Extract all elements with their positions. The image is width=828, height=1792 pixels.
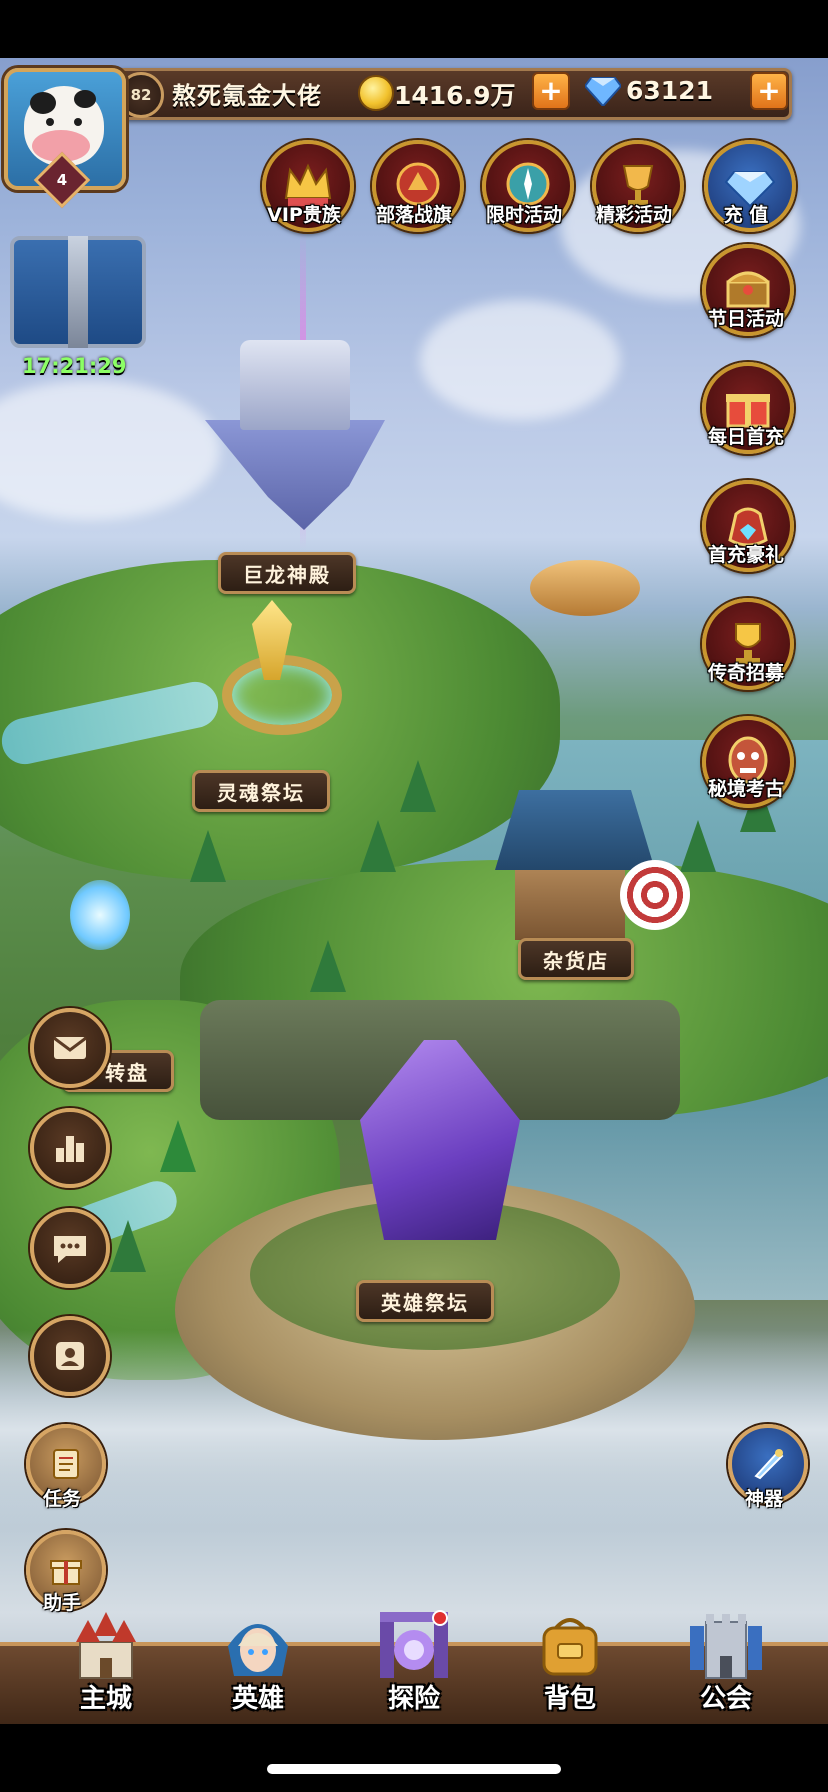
legend-recruit-label: 传奇招募 <box>707 662 784 684</box>
nav-main-city[interactable]: 主城 <box>46 1596 166 1726</box>
home-indicator[interactable] <box>267 1764 561 1774</box>
nav-adventure-label: 探险 <box>387 1684 440 1714</box>
status-bar-area <box>0 0 828 58</box>
player-name: 熬死氪金大佬 <box>172 82 322 110</box>
mail-button[interactable] <box>30 1008 110 1088</box>
chest-timer: 17:21:29 <box>22 354 127 378</box>
cloud <box>420 300 620 420</box>
nav-backpack-label: 背包 <box>543 1684 596 1714</box>
friends-button[interactable] <box>30 1316 110 1396</box>
wheel-orb[interactable] <box>70 880 130 950</box>
christmas-tree <box>160 1120 196 1172</box>
add-diamond-button[interactable]: + <box>750 72 788 110</box>
chest-band <box>68 236 88 348</box>
pine-tree <box>680 820 716 872</box>
gift-box-icon <box>50 1560 82 1585</box>
nav-guild-label: 公会 <box>699 1684 752 1714</box>
tasks-label: 任务 <box>42 1488 81 1510</box>
portal-icon <box>380 1610 448 1678</box>
recharge-label: 充 值 <box>723 204 769 226</box>
chat-icon <box>54 1236 86 1263</box>
pine-tree <box>110 1220 146 1272</box>
guild-tower-icon <box>690 1614 762 1679</box>
airship <box>530 560 640 616</box>
daily-recharge-label: 每日首充 <box>707 426 784 448</box>
ranking-icon <box>56 1136 84 1162</box>
hero-altar-label[interactable]: 英雄祭坛 <box>356 1280 494 1322</box>
pine-tree <box>190 830 226 882</box>
soul-altar-label[interactable]: 灵魂祭坛 <box>192 770 330 812</box>
nav-guild[interactable]: 公会 <box>666 1596 786 1726</box>
dragon-temple-label[interactable]: 巨龙神殿 <box>218 552 356 594</box>
gold-amount: 1416.9万 <box>394 81 516 110</box>
secret-realm-label: 秘境考古 <box>707 778 784 800</box>
gold-coin-icon <box>358 75 394 111</box>
nav-backpack[interactable]: 背包 <box>510 1596 630 1726</box>
pine-tree <box>310 940 346 992</box>
nav-adventure[interactable]: 探险 <box>354 1596 474 1726</box>
festival-event-label: 节日活动 <box>707 308 784 330</box>
general-store-building[interactable] <box>515 860 625 940</box>
dragon-temple-building[interactable] <box>240 340 350 430</box>
chat-button[interactable] <box>30 1208 110 1288</box>
first-recharge-gift-label: 首充豪礼 <box>707 544 784 566</box>
nav-main-city-label: 主城 <box>79 1684 132 1714</box>
hero-portrait-icon <box>228 1624 288 1676</box>
add-gold-button[interactable]: + <box>532 72 570 110</box>
pine-tree <box>360 820 396 872</box>
castle-icon <box>76 1612 136 1679</box>
artifact-label: 神器 <box>744 1488 783 1510</box>
general-store-label[interactable]: 杂货店 <box>518 938 634 980</box>
ranking-button[interactable] <box>30 1108 110 1188</box>
diamond-amount: 63121 <box>626 76 713 105</box>
artifact-icon <box>754 1449 784 1480</box>
striped-dome <box>620 860 690 930</box>
bottom-safe-area <box>0 1724 828 1792</box>
pine-tree <box>400 760 436 812</box>
game-screen: { "player": { "level": "82", "name": "熬死… <box>0 0 828 1792</box>
friends-icon <box>56 1342 84 1370</box>
mail-icon <box>53 1036 87 1059</box>
nav-heroes-label: 英雄 <box>231 1684 284 1714</box>
timed-chest-button[interactable] <box>10 236 146 348</box>
backpack-icon <box>542 1618 598 1676</box>
nav-heroes[interactable]: 英雄 <box>198 1596 318 1726</box>
scroll-icon <box>53 1449 79 1479</box>
diamond-icon <box>585 77 621 106</box>
general-store-roof <box>495 790 655 870</box>
